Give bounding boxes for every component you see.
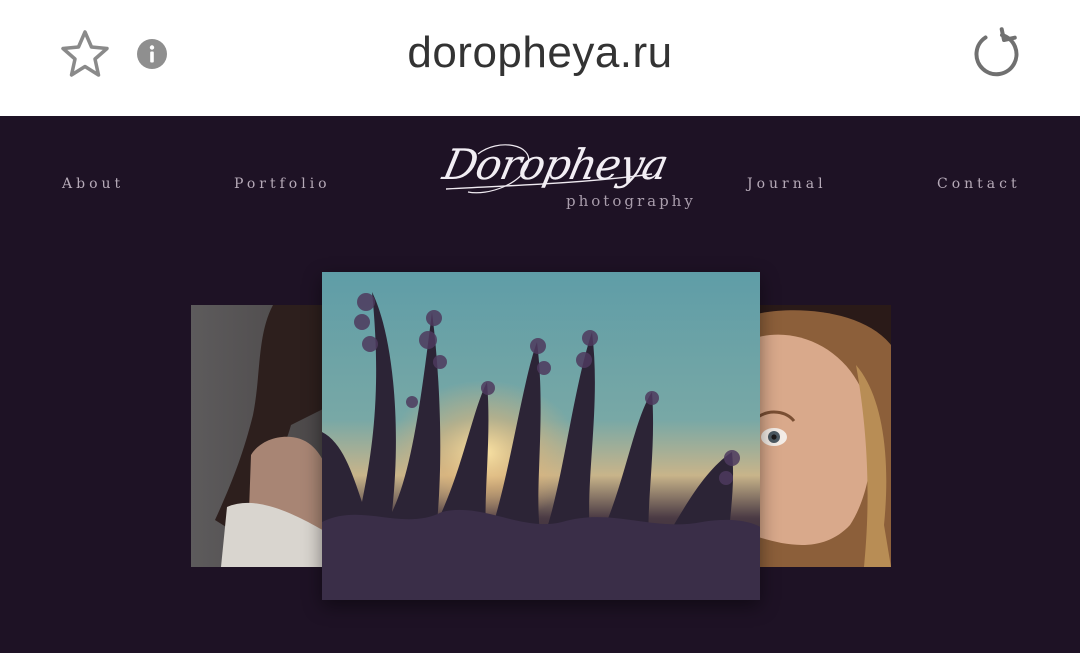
browser-address-bar: dorophеya.ru [0,0,1080,116]
logo-script-text: Doropheya [438,140,673,189]
website-content: About Portfolio Doropheya photography Jo… [0,116,1080,653]
carousel-slide-left[interactable] [191,305,331,567]
logo-tagline: photography [566,192,696,210]
nav-journal[interactable]: Journal [747,176,827,192]
carousel-slide-right[interactable] [752,305,891,567]
carousel-slide-main[interactable] [322,272,760,600]
nav-contact[interactable]: Contact [937,176,1021,192]
reload-icon[interactable] [968,26,1024,82]
nav-portfolio[interactable]: Portfolio [234,176,331,192]
nav-about[interactable]: About [62,176,124,192]
blonde-woman-portrait-photo [752,305,891,567]
url-text[interactable]: dorophеya.ru [0,28,1080,78]
site-logo[interactable]: Doropheya photography [438,134,693,216]
woman-with-curly-hair-photo [191,305,331,567]
lavender-sunset-photo [322,272,760,600]
